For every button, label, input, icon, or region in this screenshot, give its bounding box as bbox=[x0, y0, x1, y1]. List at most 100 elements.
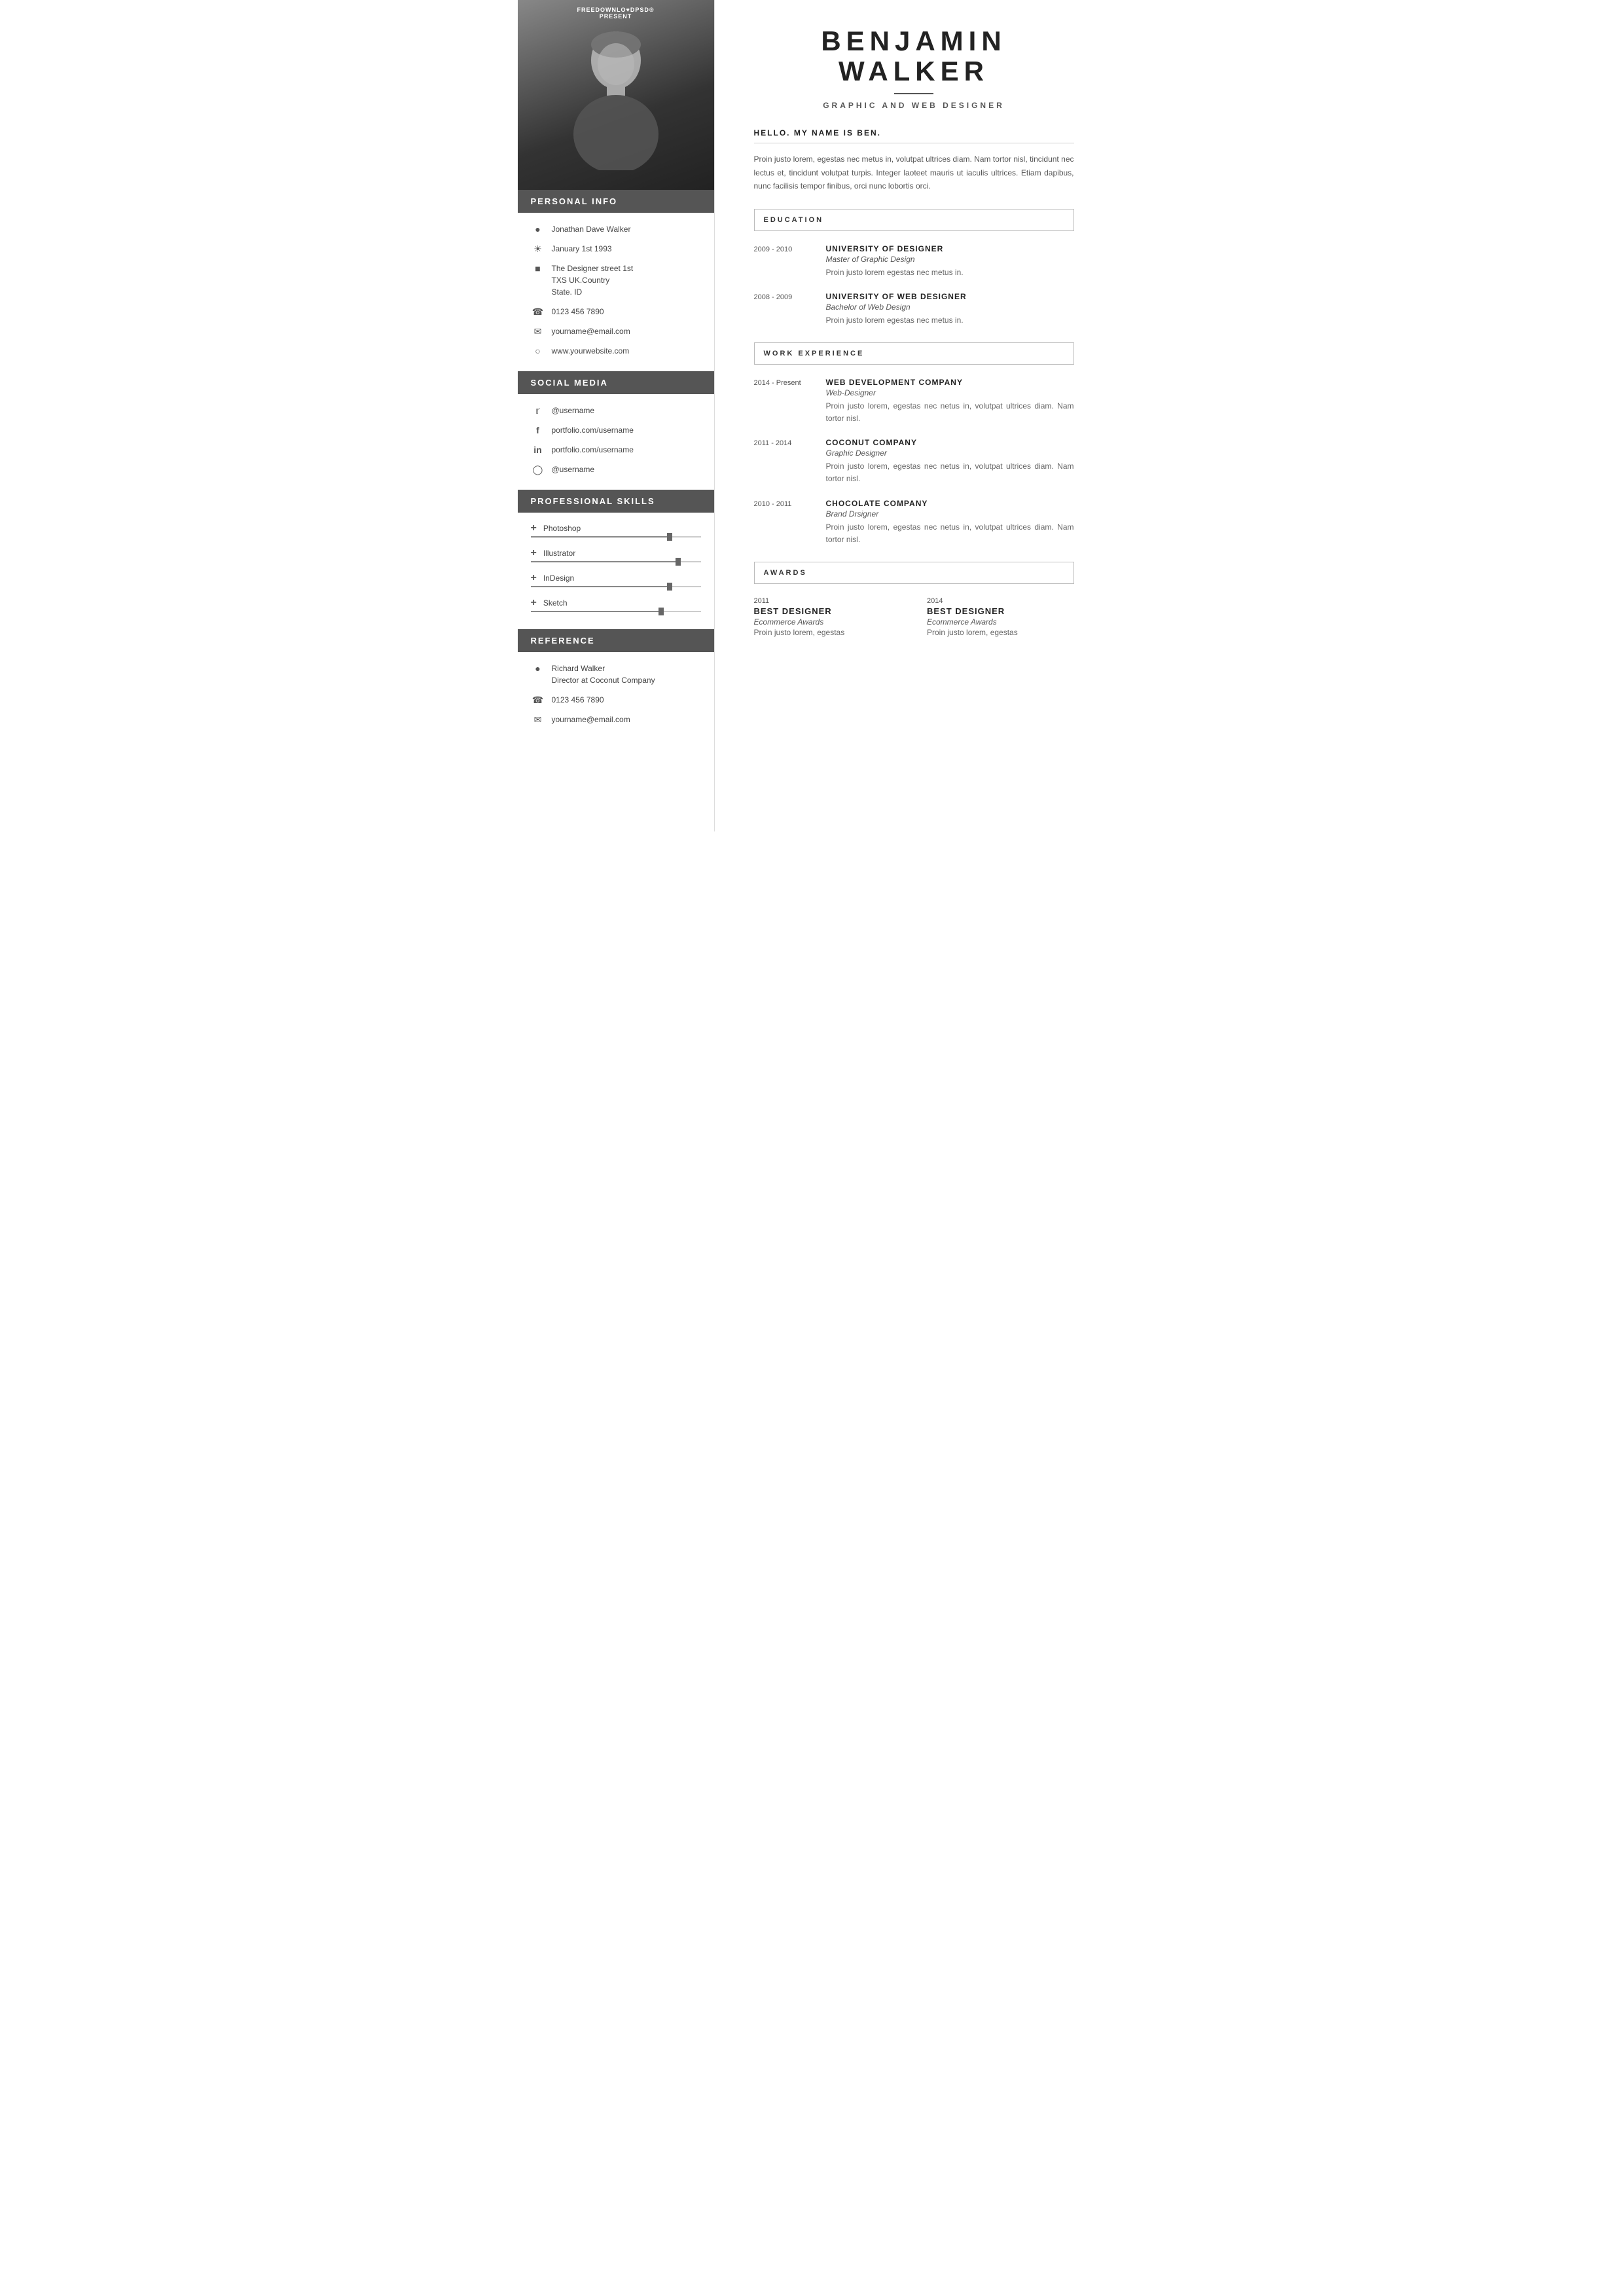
edu-desc-2: Proin justo lorem egestas nec metus in. bbox=[826, 314, 1074, 327]
info-website-text: www.yourwebsite.com bbox=[552, 345, 630, 357]
ref-name-text: Richard Walker Director at Coconut Compa… bbox=[552, 663, 655, 686]
main-content: BENJAMIN WALKER GRAPHIC AND WEB DESIGNER… bbox=[714, 0, 1107, 831]
info-phone-text: 0123 456 7890 bbox=[552, 306, 604, 318]
facebook-text: portfolio.com/username bbox=[552, 424, 634, 436]
skill-plus-icon: + bbox=[531, 573, 537, 583]
location-icon: ■ bbox=[531, 263, 545, 274]
twitter-text: @username bbox=[552, 405, 595, 416]
info-dob-text: January 1st 1993 bbox=[552, 243, 612, 255]
info-address-text: The Designer street 1stTXS UK.CountrySta… bbox=[552, 263, 634, 298]
work-experience-header: WORK EXPERIENCE bbox=[754, 342, 1074, 365]
award-title-1: BEST DESIGNER bbox=[754, 606, 901, 616]
awards-header: AWARDS bbox=[754, 562, 1074, 584]
instagram-item: ◯ @username bbox=[531, 464, 701, 475]
work-company-3: CHOCOLATE COMPANY bbox=[826, 499, 1074, 508]
personal-info-header: PERSONAL INFO bbox=[518, 190, 714, 213]
ref-phone-text: 0123 456 7890 bbox=[552, 694, 604, 706]
person-icon: ● bbox=[531, 224, 545, 234]
work-experience-section: WORK EXPERIENCE 2014 - Present WEB DEVEL… bbox=[754, 342, 1074, 546]
edu-role-2: Bachelor of Web Design bbox=[826, 302, 1074, 312]
ref-person-icon: ● bbox=[531, 663, 545, 674]
phone-icon: ☎ bbox=[531, 306, 545, 318]
sidebar: FREEDOWNLO♥DPSD® PRESENT PERSONAL INFO ●… bbox=[518, 0, 714, 831]
skill-illustrator: + Illustrator bbox=[531, 548, 701, 562]
work-role-2: Graphic Designer bbox=[826, 448, 1074, 458]
intro-section: HELLO. MY NAME IS BEN. Proin justo lorem… bbox=[754, 128, 1074, 192]
skill-bar bbox=[531, 561, 701, 562]
instagram-text: @username bbox=[552, 464, 595, 475]
work-desc-3: Proin justo lorem, egestas nec netus in,… bbox=[826, 521, 1074, 546]
award-desc-2: Proin justo lorem, egestas bbox=[927, 628, 1074, 637]
work-content-2: COCONUT COMPANY Graphic Designer Proin j… bbox=[826, 438, 1074, 485]
skill-plus-icon: + bbox=[531, 548, 537, 558]
last-name: WALKER bbox=[754, 56, 1074, 86]
person-silhouette bbox=[564, 20, 668, 170]
facebook-item: f portfolio.com/username bbox=[531, 424, 701, 436]
social-media-section: 𝕣 @username f portfolio.com/username in … bbox=[518, 394, 714, 490]
work-content-3: CHOCOLATE COMPANY Brand Drsigner Proin j… bbox=[826, 499, 1074, 546]
edu-company-1: UNIVERSITY OF DESIGNER bbox=[826, 244, 1074, 253]
intro-greeting: HELLO. MY NAME IS BEN. bbox=[754, 128, 1074, 143]
linkedin-item: in portfolio.com/username bbox=[531, 444, 701, 456]
info-website-item: ○ www.yourwebsite.com bbox=[531, 345, 701, 357]
first-name: BENJAMIN bbox=[754, 26, 1074, 56]
logo-line2: PRESENT bbox=[600, 13, 632, 20]
skills-header: PROFESSIONAL SKILLS bbox=[518, 490, 714, 513]
award-col-2: 2014 BEST DESIGNER Ecommerce Awards Proi… bbox=[927, 597, 1074, 637]
work-role-1: Web-Designer bbox=[826, 388, 1074, 397]
skill-plus-icon: + bbox=[531, 523, 537, 534]
award-title-2: BEST DESIGNER bbox=[927, 606, 1074, 616]
skill-thumb bbox=[667, 583, 672, 591]
name-block: BENJAMIN WALKER GRAPHIC AND WEB DESIGNER bbox=[754, 26, 1074, 110]
edu-company-2: UNIVERSITY OF WEB DESIGNER bbox=[826, 292, 1074, 301]
awards-section: AWARDS 2011 BEST DESIGNER Ecommerce Awar… bbox=[754, 562, 1074, 637]
skill-fill bbox=[531, 536, 667, 538]
linkedin-text: portfolio.com/username bbox=[552, 444, 634, 456]
linkedin-icon: in bbox=[531, 445, 545, 455]
education-entry-2: 2008 - 2009 UNIVERSITY OF WEB DESIGNER B… bbox=[754, 292, 1074, 327]
work-entry-3: 2010 - 2011 CHOCOLATE COMPANY Brand Drsi… bbox=[754, 499, 1074, 546]
job-title: GRAPHIC AND WEB DESIGNER bbox=[754, 101, 1074, 110]
skill-fill bbox=[531, 586, 667, 587]
skill-thumb bbox=[676, 558, 681, 566]
skill-bar bbox=[531, 536, 701, 538]
work-role-3: Brand Drsigner bbox=[826, 509, 1074, 519]
skills-section: + Photoshop + Illustrator + InDesign bbox=[518, 513, 714, 629]
reference-section: ● Richard Walker Director at Coconut Com… bbox=[518, 652, 714, 740]
twitter-icon: 𝕣 bbox=[531, 405, 545, 416]
info-dob-item: ☀ January 1st 1993 bbox=[531, 243, 701, 255]
work-desc-1: Proin justo lorem, egestas nec netus in,… bbox=[826, 400, 1074, 425]
skill-name: Illustrator bbox=[543, 549, 575, 558]
work-date-1: 2014 - Present bbox=[754, 378, 826, 425]
info-email-item: ✉ yourname@email.com bbox=[531, 325, 701, 337]
education-entry-1: 2009 - 2010 UNIVERSITY OF DESIGNER Maste… bbox=[754, 244, 1074, 279]
skill-fill bbox=[531, 561, 676, 562]
ref-name-item: ● Richard Walker Director at Coconut Com… bbox=[531, 663, 701, 686]
intro-text: Proin justo lorem, egestas nec metus in,… bbox=[754, 153, 1074, 192]
work-date-3: 2010 - 2011 bbox=[754, 499, 826, 546]
skill-photoshop: + Photoshop bbox=[531, 523, 701, 538]
ref-name: Richard Walker bbox=[552, 664, 605, 673]
work-desc-2: Proin justo lorem, egestas nec netus in,… bbox=[826, 460, 1074, 485]
skill-name: InDesign bbox=[543, 574, 574, 583]
skill-name: Photoshop bbox=[543, 524, 581, 533]
award-year-1: 2011 bbox=[754, 597, 901, 605]
skill-thumb bbox=[667, 533, 672, 541]
work-content-1: WEB DEVELOPMENT COMPANY Web-Designer Pro… bbox=[826, 378, 1074, 425]
profile-photo: FREEDOWNLO♥DPSD® PRESENT bbox=[518, 0, 714, 190]
edu-date-1: 2009 - 2010 bbox=[754, 244, 826, 279]
logo-text: FREEDOWNLO♥DPSD® PRESENT bbox=[577, 7, 655, 20]
education-header: EDUCATION bbox=[754, 209, 1074, 231]
facebook-icon: f bbox=[531, 425, 545, 435]
award-desc-1: Proin justo lorem, egestas bbox=[754, 628, 901, 637]
personal-info-section: ● Jonathan Dave Walker ☀ January 1st 199… bbox=[518, 213, 714, 371]
info-email-text: yourname@email.com bbox=[552, 325, 630, 337]
info-name-text: Jonathan Dave Walker bbox=[552, 223, 631, 235]
edu-desc-1: Proin justo lorem egestas nec metus in. bbox=[826, 266, 1074, 279]
globe-icon: ○ bbox=[531, 346, 545, 356]
ref-phone-icon: ☎ bbox=[531, 695, 545, 706]
ref-email-text: yourname@email.com bbox=[552, 714, 630, 725]
photo-placeholder bbox=[518, 0, 714, 190]
info-name-item: ● Jonathan Dave Walker bbox=[531, 223, 701, 235]
ref-title: Director at Coconut Company bbox=[552, 676, 655, 685]
